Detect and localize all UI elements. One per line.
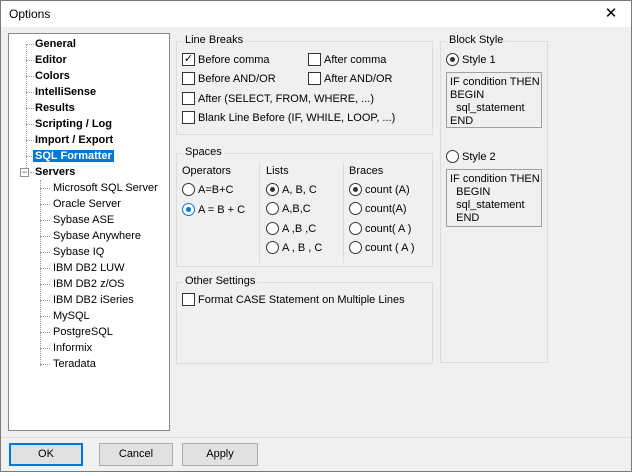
- tree-item-server-sybase-iq[interactable]: Sybase IQ: [51, 244, 106, 260]
- braces-label: Braces: [349, 165, 384, 177]
- window-title: Options: [9, 7, 51, 21]
- close-button[interactable]: ✕: [591, 1, 631, 27]
- tree-item-scripting-log[interactable]: Scripting / Log: [33, 116, 114, 132]
- block-style-1-preview: IF condition THEN BEGIN sql_statement EN…: [446, 72, 542, 128]
- tree-item-colors[interactable]: Colors: [33, 68, 72, 84]
- tree-item-server-mysql[interactable]: MySQL: [51, 308, 92, 324]
- tree-item-server-sybase-ase[interactable]: Sybase ASE: [51, 212, 116, 228]
- tree-item-server-db2-zos[interactable]: IBM DB2 z/OS: [51, 276, 127, 292]
- operators-label: Operators: [182, 165, 231, 177]
- tree-item-results[interactable]: Results: [33, 100, 77, 116]
- lists-option-4[interactable]: A , B , C: [266, 240, 322, 257]
- tree-item-server-oracle[interactable]: Oracle Server: [51, 196, 123, 212]
- tree-item-server-teradata[interactable]: Teradata: [51, 356, 98, 372]
- braces-option-2[interactable]: count(A): [349, 201, 407, 218]
- collapse-icon[interactable]: −: [20, 168, 29, 177]
- options-tree[interactable]: General Editor Colors IntelliSense Resul…: [8, 33, 170, 431]
- tree-item-general[interactable]: General: [33, 36, 78, 52]
- lists-option-2[interactable]: A,B,C: [266, 201, 311, 218]
- ok-button[interactable]: OK: [9, 443, 83, 466]
- tree-item-intellisense[interactable]: IntelliSense: [33, 84, 98, 100]
- tree-item-server-db2-iseries[interactable]: IBM DB2 iSeries: [51, 292, 136, 308]
- tree-item-server-mssql[interactable]: Microsoft SQL Server: [51, 180, 160, 196]
- tree-item-import-export[interactable]: Import / Export: [33, 132, 115, 148]
- options-dialog: Options ✕ General Editor Colors IntelliS…: [0, 0, 632, 472]
- spaces-title: Spaces: [183, 146, 224, 158]
- tree-item-servers[interactable]: Servers: [33, 164, 77, 180]
- operators-option-spaced[interactable]: A = B + C: [182, 202, 245, 219]
- line-breaks-title: Line Breaks: [183, 34, 246, 46]
- before-andor-checkbox[interactable]: Before AND/OR: [182, 71, 276, 88]
- tree-item-server-informix[interactable]: Informix: [51, 340, 94, 356]
- block-style-1-radio[interactable]: Style 1: [446, 52, 496, 69]
- braces-option-3[interactable]: count( A ): [349, 221, 411, 238]
- block-style-2-radio[interactable]: Style 2: [446, 149, 496, 166]
- after-keywords-checkbox[interactable]: After (SELECT, FROM, WHERE, ...): [182, 91, 374, 108]
- title-bar: Options ✕: [1, 1, 631, 27]
- after-andor-checkbox[interactable]: After AND/OR: [308, 71, 392, 88]
- operators-option-compact[interactable]: A=B+C: [182, 182, 233, 199]
- tree-item-server-db2-luw[interactable]: IBM DB2 LUW: [51, 260, 127, 276]
- apply-button[interactable]: Apply: [182, 443, 258, 466]
- after-comma-checkbox[interactable]: After comma: [308, 52, 386, 69]
- tree-item-server-sybase-anywhere[interactable]: Sybase Anywhere: [51, 228, 143, 244]
- cancel-button[interactable]: Cancel: [99, 443, 173, 466]
- braces-option-4[interactable]: count ( A ): [349, 240, 415, 257]
- block-style-2-preview: IF condition THEN BEGIN sql_statement EN…: [446, 169, 542, 227]
- check-icon: ✓: [182, 52, 195, 66]
- before-comma-checkbox[interactable]: ✓ Before comma: [182, 52, 270, 69]
- lists-label: Lists: [266, 165, 289, 177]
- format-case-checkbox[interactable]: Format CASE Statement on Multiple Lines: [182, 292, 405, 309]
- other-settings-title: Other Settings: [183, 275, 258, 287]
- tree-item-editor[interactable]: Editor: [33, 52, 69, 68]
- lists-option-3[interactable]: A ,B ,C: [266, 221, 316, 238]
- tree-item-server-postgresql[interactable]: PostgreSQL: [51, 324, 115, 340]
- block-style-title: Block Style: [447, 34, 506, 46]
- braces-option-1[interactable]: count (A): [349, 182, 410, 199]
- lists-option-1[interactable]: A, B, C: [266, 182, 317, 199]
- blank-line-before-checkbox[interactable]: Blank Line Before (IF, WHILE, LOOP, ...): [182, 110, 395, 127]
- tree-item-sql-formatter[interactable]: SQL Formatter: [33, 148, 114, 164]
